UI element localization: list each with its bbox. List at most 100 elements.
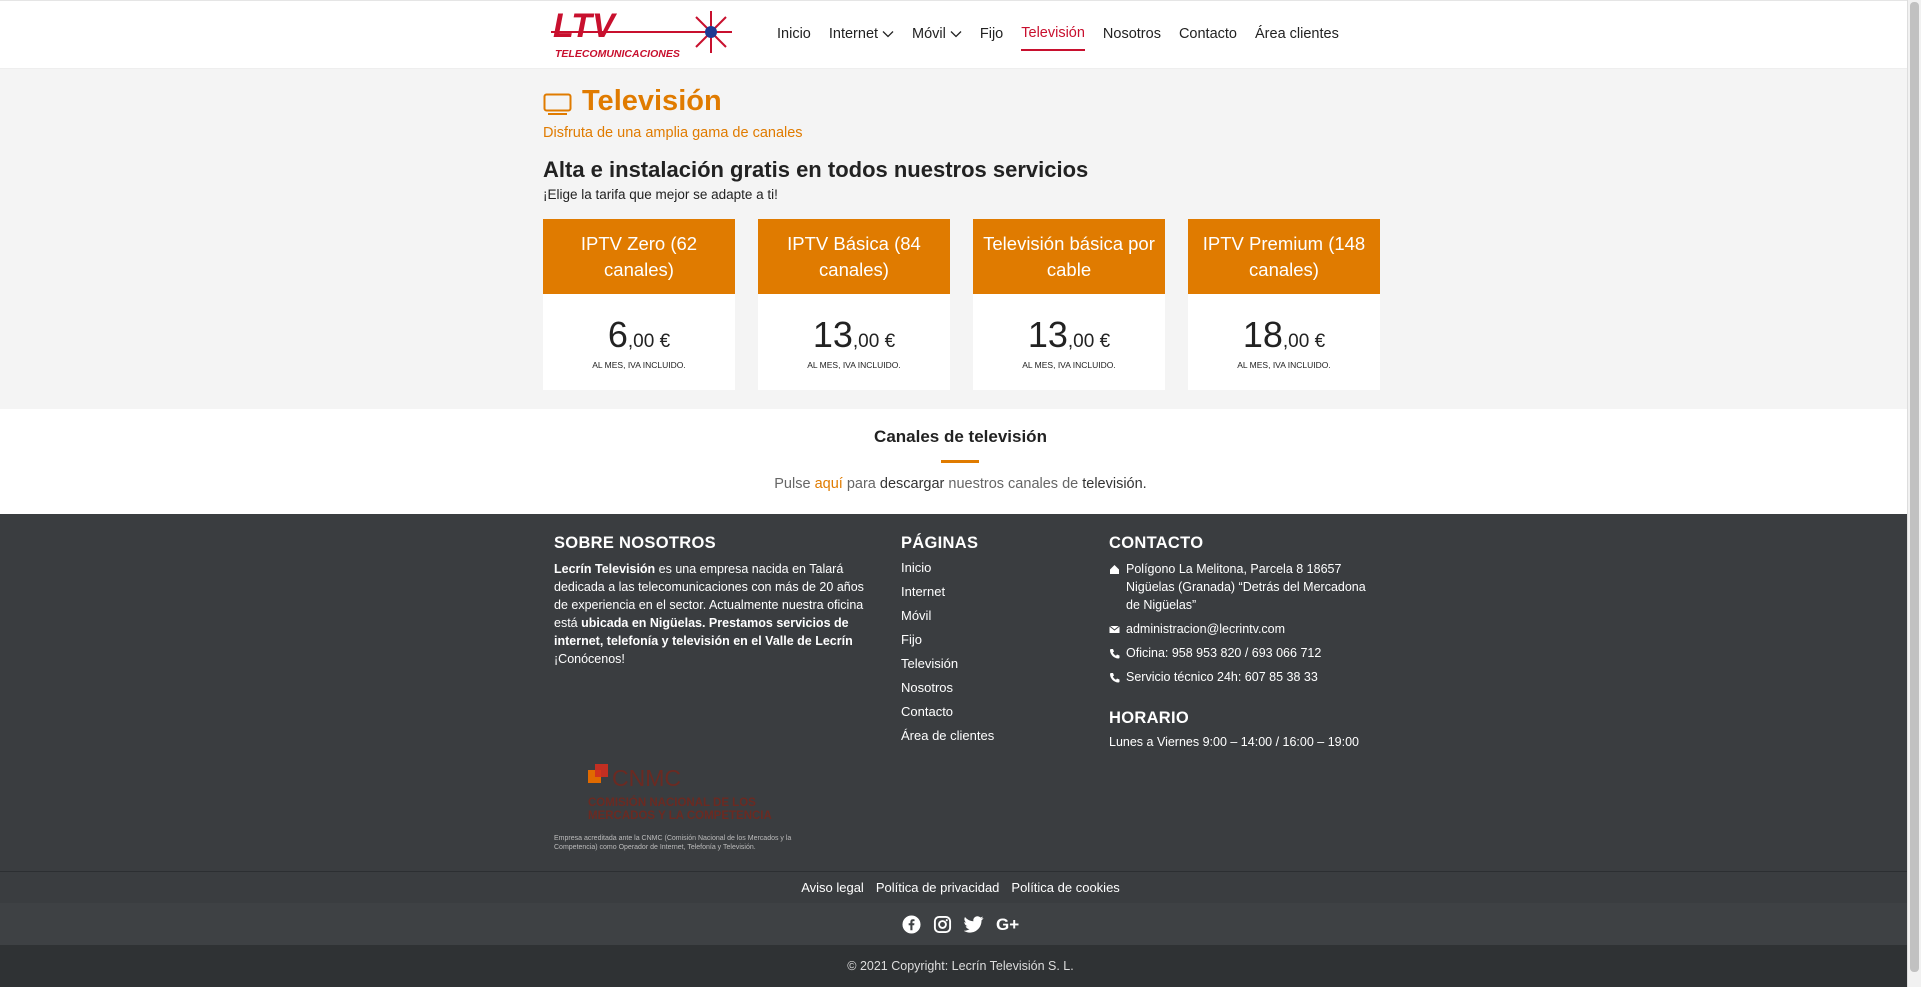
nav-label: Fijo bbox=[979, 26, 1004, 42]
plan-name: IPTV Zero (62 canales) bbox=[543, 219, 735, 294]
price-decimal: ,00 € bbox=[1282, 331, 1326, 352]
phone-icon bbox=[1110, 673, 1120, 683]
plan-name: Televisión básica por cable bbox=[973, 219, 1165, 294]
phone-icon bbox=[1110, 649, 1120, 659]
channels-text-part: para bbox=[842, 476, 880, 492]
channels-text: Pulse aquí para descargar nuestros canal… bbox=[0, 476, 1921, 492]
nav-label: Área clientes bbox=[1255, 26, 1339, 42]
facebook-icon[interactable] bbox=[901, 914, 921, 934]
nav-item-contacto[interactable]: Contacto bbox=[1179, 25, 1237, 51]
contact-list: Polígono La Melitona, Parcela 8 18657 Ni… bbox=[1109, 560, 1369, 692]
logo[interactable]: LTV TELECOMUNICACIONES bbox=[551, 9, 741, 63]
cnmc-line: MERCADOS Y LA COMPETENCIA bbox=[588, 810, 772, 822]
hero-section: Televisión Disfruta de una amplia gama d… bbox=[0, 69, 1921, 409]
envelope-icon bbox=[1109, 625, 1120, 633]
contact-title: CONTACTO bbox=[1109, 534, 1204, 552]
plan-note: AL MES, IVA INCLUIDO. bbox=[807, 360, 901, 370]
site-footer: SOBRE NOSOTROS Lecrín Televisión es una … bbox=[0, 514, 1921, 987]
google-plus-icon[interactable]: G+ bbox=[996, 915, 1020, 934]
channels-text-part: descargar bbox=[879, 476, 945, 492]
footer-link-movil[interactable]: Móvil bbox=[901, 608, 994, 632]
subheadline: ¡Elige la tarifa que mejor se adapte a t… bbox=[543, 187, 778, 202]
price-integer: 6 bbox=[607, 314, 628, 355]
nav-label: Móvil bbox=[912, 26, 946, 42]
twitter-icon[interactable] bbox=[963, 915, 984, 934]
nav-label: Inicio bbox=[777, 26, 811, 42]
social-links: G+ bbox=[0, 903, 1921, 945]
footer-link-television[interactable]: Televisión bbox=[901, 656, 994, 680]
schedule-title: HORARIO bbox=[1109, 709, 1190, 727]
price-integer: 13 bbox=[812, 314, 853, 355]
cnmc-name: CNMC bbox=[612, 765, 681, 791]
footer-link-area-clientes[interactable]: Área de clientes bbox=[901, 728, 994, 752]
address-text: Polígono La Melitona, Parcela 8 18657 Ni… bbox=[1126, 562, 1366, 612]
tv-icon bbox=[543, 93, 572, 115]
phone-office-text: Oficina: 958 953 820 / 693 066 712 bbox=[1126, 646, 1322, 660]
legal-links: Aviso legal Política de privacidad Polít… bbox=[0, 871, 1921, 903]
channels-section: Canales de televisión Pulse aquí para de… bbox=[0, 409, 1921, 514]
logo-subtext: TELECOMUNICACIONES bbox=[555, 48, 680, 60]
price-integer: 13 bbox=[1027, 314, 1068, 355]
phone-support-text: Servicio técnico 24h: 607 85 38 33 bbox=[1126, 670, 1318, 684]
price-decimal: ,00 € bbox=[627, 331, 671, 352]
nav-label: Internet bbox=[828, 26, 879, 42]
channels-title: Canales de televisión bbox=[874, 427, 1047, 446]
footer-link-contacto[interactable]: Contacto bbox=[901, 704, 994, 728]
footer-link-internet[interactable]: Internet bbox=[901, 584, 994, 608]
plan-card[interactable]: IPTV Zero (62 canales) 6,00 € AL MES, IV… bbox=[543, 219, 735, 390]
legal-link-aviso[interactable]: Aviso legal bbox=[801, 880, 864, 895]
plan-name: IPTV Básica (84 canales) bbox=[758, 219, 950, 294]
instagram-icon[interactable] bbox=[933, 915, 952, 934]
plan-price: 13,00 € bbox=[758, 314, 950, 356]
scrollbar-thumb[interactable] bbox=[1910, 2, 1919, 972]
footer-link-inicio[interactable]: Inicio bbox=[901, 560, 994, 584]
chevron-down-icon bbox=[950, 31, 962, 38]
pages-title: PÁGINAS bbox=[901, 534, 979, 552]
contact-phone-office[interactable]: Oficina: 958 953 820 / 693 066 712 bbox=[1109, 644, 1369, 662]
nav-item-television[interactable]: Televisión bbox=[1021, 25, 1085, 51]
home-icon bbox=[1110, 565, 1119, 574]
plan-price: 13,00 € bbox=[973, 314, 1165, 356]
download-link[interactable]: aquí bbox=[815, 476, 843, 492]
footer-link-fijo[interactable]: Fijo bbox=[901, 632, 994, 656]
legal-link-privacidad[interactable]: Política de privacidad bbox=[876, 880, 1000, 895]
nav-item-nosotros[interactable]: Nosotros bbox=[1103, 25, 1161, 51]
svg-text:G+: G+ bbox=[996, 915, 1019, 934]
footer-link-nosotros[interactable]: Nosotros bbox=[901, 680, 994, 704]
nav-item-movil[interactable]: Móvil bbox=[912, 25, 962, 51]
plan-card[interactable]: IPTV Premium (148 canales) 18,00 € AL ME… bbox=[1188, 219, 1380, 390]
cnmc-logo: CNMC COMISIÓN NACIONAL DE LOS MERCADOS Y… bbox=[588, 764, 772, 822]
plan-card[interactable]: IPTV Básica (84 canales) 13,00 € AL MES,… bbox=[758, 219, 950, 390]
nav-item-inicio[interactable]: Inicio bbox=[777, 25, 811, 51]
plan-note: AL MES, IVA INCLUIDO. bbox=[1237, 360, 1331, 370]
site-header: LTV TELECOMUNICACIONES Inicio Internet M… bbox=[0, 0, 1921, 69]
scrollbar[interactable] bbox=[1907, 0, 1921, 987]
footer-pages-list: Inicio Internet Móvil Fijo Televisión No… bbox=[901, 560, 994, 752]
plans-list: IPTV Zero (62 canales) 6,00 € AL MES, IV… bbox=[543, 219, 1380, 390]
about-text: Lecrín Televisión es una empresa nacida … bbox=[554, 560, 874, 668]
legal-link-cookies[interactable]: Política de cookies bbox=[1011, 880, 1119, 895]
plan-name: IPTV Premium (148 canales) bbox=[1188, 219, 1380, 294]
contact-phone-support[interactable]: Servicio técnico 24h: 607 85 38 33 bbox=[1109, 668, 1369, 686]
plan-card[interactable]: Televisión básica por cable 13,00 € AL M… bbox=[973, 219, 1165, 390]
plan-price: 18,00 € bbox=[1188, 314, 1380, 356]
nav-label: Nosotros bbox=[1102, 26, 1161, 42]
nav-item-internet[interactable]: Internet bbox=[829, 25, 894, 51]
price-decimal: ,00 € bbox=[852, 331, 896, 352]
page-subtitle: Disfruta de una amplia gama de canales bbox=[543, 125, 803, 141]
channels-text-part: televisión. bbox=[1082, 476, 1147, 492]
plan-price: 6,00 € bbox=[543, 314, 735, 356]
cnmc-line: COMISIÓN NACIONAL DE LOS bbox=[588, 796, 756, 809]
about-bold: Lecrín Televisión bbox=[554, 562, 656, 576]
nav-item-area-clientes[interactable]: Área clientes bbox=[1255, 25, 1339, 51]
channels-text-part: Pulse bbox=[774, 476, 815, 492]
about-text-part: ¡Conócenos! bbox=[554, 652, 625, 666]
headline: Alta e instalación gratis en todos nuest… bbox=[543, 157, 1089, 182]
main-nav: Inicio Internet Móvil Fijo Televisión No… bbox=[777, 25, 1339, 51]
channels-text-part: nuestros canales de bbox=[944, 476, 1083, 492]
page-title: Televisión bbox=[582, 85, 722, 117]
contact-email[interactable]: administracion@lecrintv.com bbox=[1109, 620, 1369, 638]
nav-label: Contacto bbox=[1178, 26, 1237, 42]
plan-note: AL MES, IVA INCLUIDO. bbox=[1022, 360, 1116, 370]
nav-item-fijo[interactable]: Fijo bbox=[980, 25, 1003, 51]
